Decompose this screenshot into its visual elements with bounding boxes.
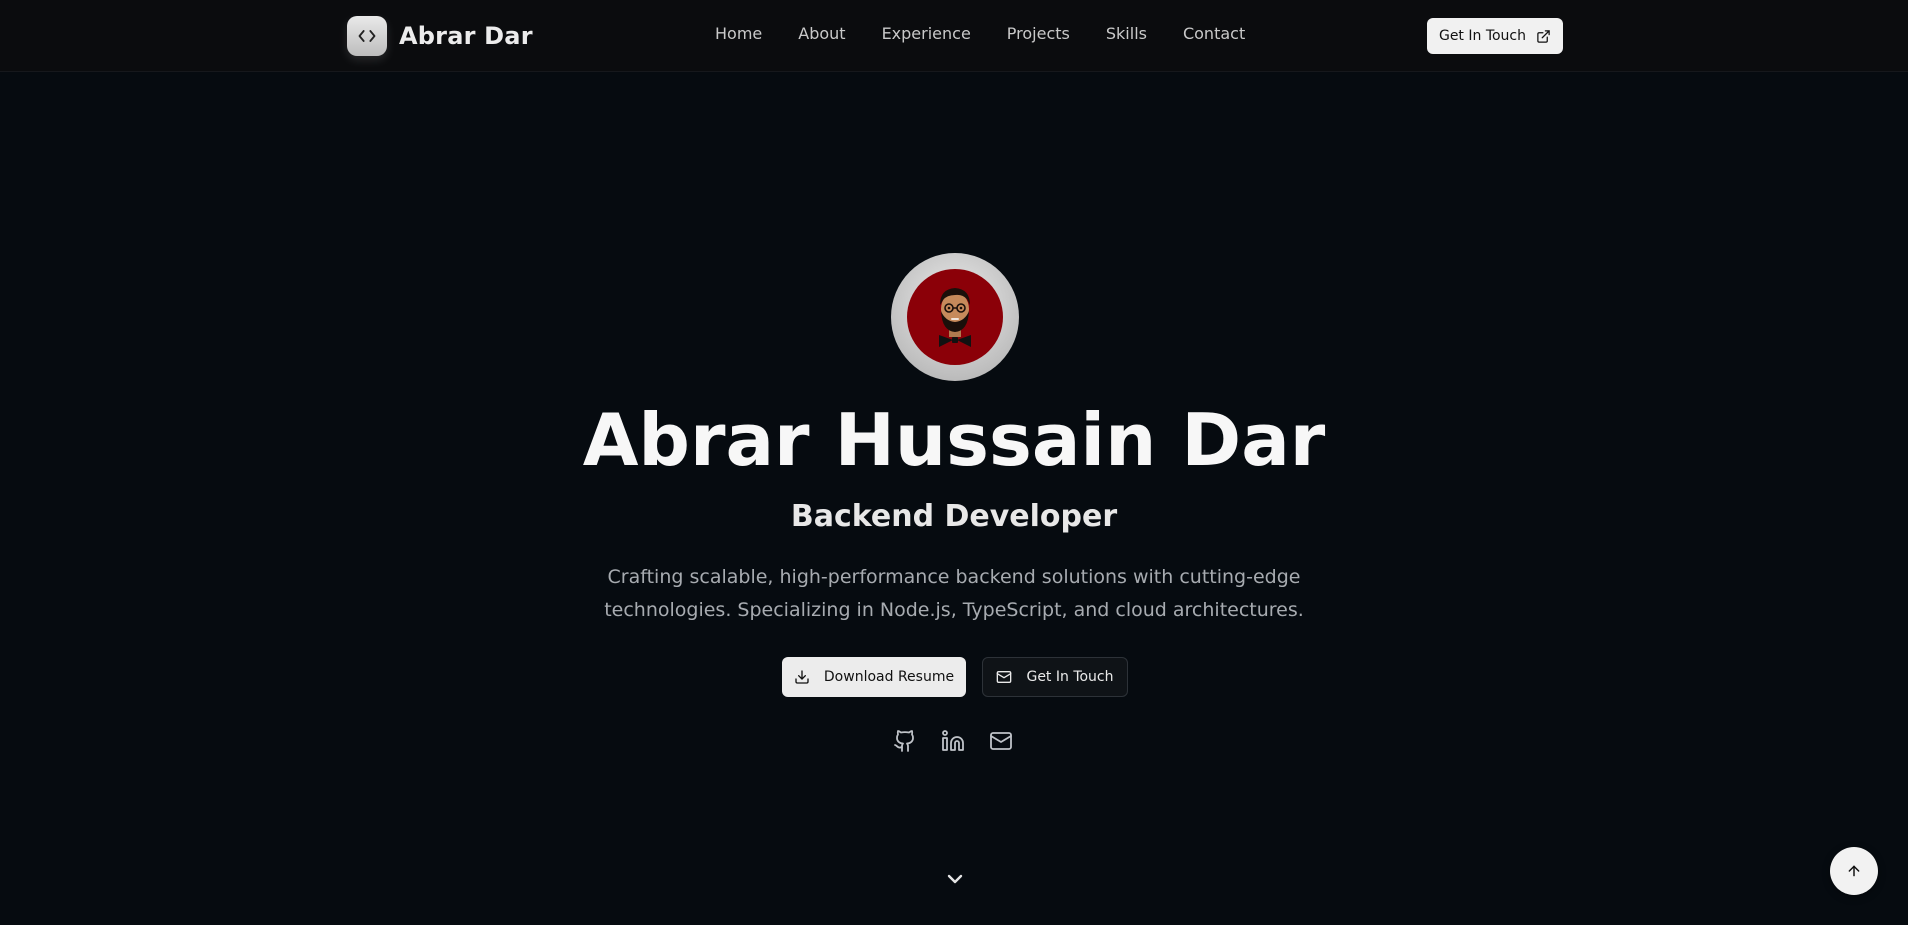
mail-icon[interactable] — [989, 729, 1013, 753]
get-in-touch-nav-button[interactable]: Get In Touch — [1427, 18, 1563, 54]
mail-icon — [996, 669, 1012, 685]
cartoon-avatar-icon — [907, 269, 1003, 365]
nav-link-projects[interactable]: Projects — [1007, 24, 1070, 43]
external-link-icon — [1536, 29, 1551, 44]
nav-link-contact[interactable]: Contact — [1183, 24, 1245, 43]
hero-role: Backend Developer — [790, 499, 1118, 534]
chevron-down-icon[interactable] — [943, 867, 967, 891]
get-in-touch-nav-label: Get In Touch — [1438, 28, 1527, 44]
hero-description-line: Crafting scalable, high-performance back… — [607, 566, 1301, 588]
get-in-touch-label: Get In Touch — [1026, 669, 1114, 685]
hero-description: Crafting scalable, high-performance back… — [604, 561, 1304, 627]
hero-description-line: technologies. Specializing in Node.js, T… — [604, 599, 1304, 621]
social-links — [893, 729, 1013, 753]
back-to-top-button[interactable] — [1830, 847, 1878, 895]
navbar: Abrar Dar Home About Experience Projects… — [0, 0, 1908, 72]
get-in-touch-button[interactable]: Get In Touch — [982, 657, 1128, 697]
nav-link-home[interactable]: Home — [715, 24, 762, 43]
github-icon[interactable] — [893, 729, 917, 753]
download-resume-label: Download Resume — [823, 669, 955, 685]
nav-link-about[interactable]: About — [798, 24, 845, 43]
hero-name: Abrar Hussain Dar — [582, 398, 1326, 482]
arrow-up-icon — [1846, 863, 1862, 879]
brand[interactable]: Abrar Dar — [347, 16, 533, 56]
linkedin-icon[interactable] — [941, 729, 965, 753]
nav-link-experience[interactable]: Experience — [882, 24, 971, 43]
download-icon — [794, 669, 810, 685]
code-icon — [347, 16, 387, 56]
nav-link-skills[interactable]: Skills — [1106, 24, 1147, 43]
nav-links: Home About Experience Projects Skills Co… — [715, 24, 1245, 43]
hero-buttons: Download Resume Get In Touch — [782, 657, 1128, 697]
brand-name: Abrar Dar — [399, 22, 533, 50]
avatar — [891, 253, 1019, 381]
download-resume-button[interactable]: Download Resume — [782, 657, 966, 697]
